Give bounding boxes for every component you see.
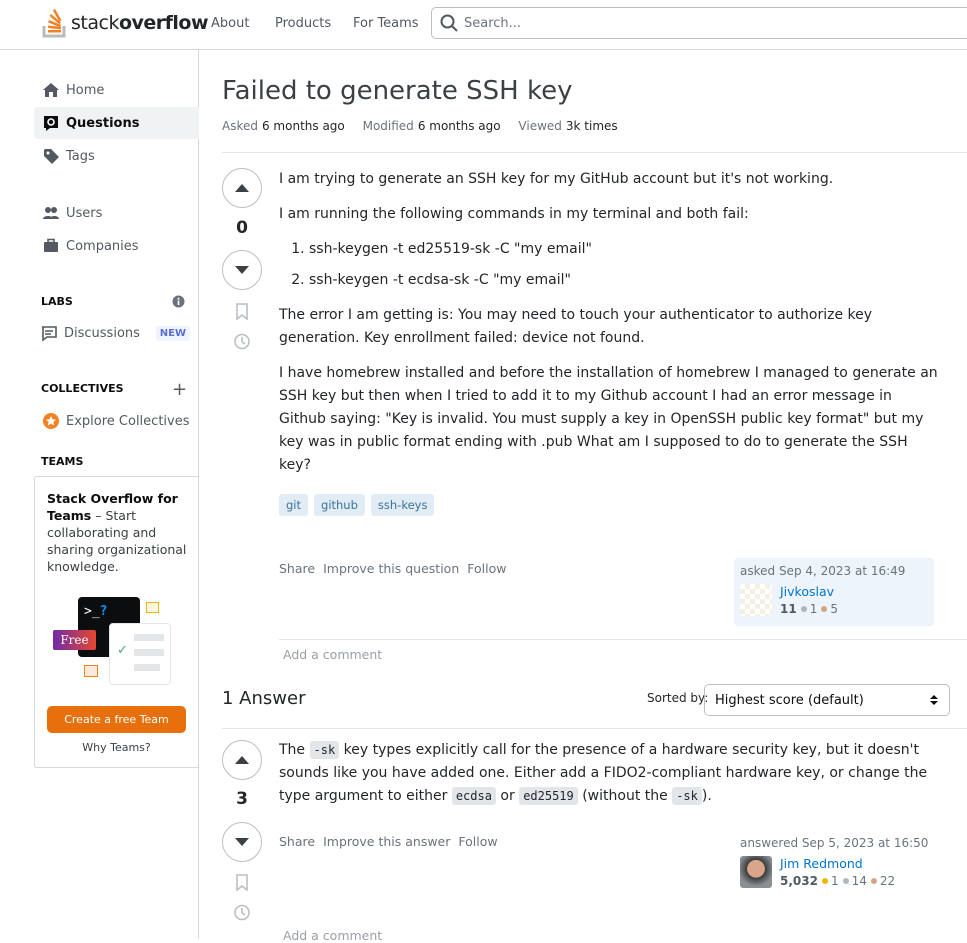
page-title[interactable]: Failed to generate SSH key [222, 76, 572, 106]
collectives-icon [43, 413, 59, 429]
downvote-button[interactable] [222, 250, 262, 290]
user-reputation: 5,032 1 14 22 [780, 874, 896, 888]
user-link[interactable]: Jivkoslav [780, 584, 834, 599]
nav-about[interactable]: About [211, 16, 249, 31]
sidebar-item-explore-collectives[interactable]: Explore Collectives [34, 405, 199, 437]
add-comment-link[interactable]: Add a comment [283, 928, 382, 943]
sidebar-item-discussions[interactable]: Discussions NEW [34, 317, 194, 349]
sidebar-item-label: Discussions [64, 325, 140, 341]
sidebar-item-label: Questions [66, 115, 140, 131]
briefcase-icon [44, 238, 58, 252]
sidebar-item-label: Users [66, 205, 103, 221]
upvote-button[interactable] [222, 168, 262, 208]
vote-count: 0 [236, 218, 248, 238]
sidebar-item-companies[interactable]: Companies [34, 230, 199, 262]
left-sidebar: Home Questions Tags Users Companies LABS… [0, 50, 199, 939]
sort-select[interactable]: Highest score (default) [704, 684, 950, 716]
history-icon[interactable] [232, 332, 251, 351]
info-icon[interactable] [172, 295, 185, 308]
sidebar-item-home[interactable]: Home [34, 74, 199, 106]
nav-for-teams[interactable]: For Teams [353, 16, 419, 31]
answer-actions: Share Improve this answer Follow [279, 834, 498, 849]
bookmark-icon[interactable] [235, 303, 249, 320]
questions-icon [44, 116, 58, 131]
check-icon: ✓ [117, 643, 128, 658]
chat-bubble-icon [84, 665, 98, 677]
sidebar-item-label: Explore Collectives [66, 413, 190, 429]
tag-github[interactable]: github [314, 494, 365, 516]
answers-header: 1 Answer [222, 688, 306, 709]
improve-link[interactable]: Improve this answer [323, 834, 450, 849]
avatar[interactable] [740, 856, 772, 888]
nav-products[interactable]: Products [275, 16, 331, 31]
question-actions: Share Improve this question Follow [279, 561, 506, 576]
divider [279, 639, 967, 640]
plus-icon[interactable]: + [172, 379, 187, 400]
top-bar: stackoverflow About Products For Teams S… [0, 0, 967, 50]
share-link[interactable]: Share [279, 561, 315, 576]
tag-git[interactable]: git [279, 494, 309, 516]
user-link[interactable]: Jim Redmond [780, 856, 863, 871]
labs-heading: LABS [41, 295, 73, 308]
sidebar-item-label: Companies [66, 238, 139, 254]
sidebar-item-tags[interactable]: Tags [34, 140, 199, 172]
arrow-down-icon [235, 838, 249, 846]
sidebar-item-label: Home [66, 82, 105, 98]
history-icon[interactable] [232, 903, 251, 922]
why-teams-link[interactable]: Why Teams? [35, 739, 198, 756]
sidebar-item-questions[interactable]: Questions [34, 107, 199, 139]
bookmark-icon[interactable] [235, 874, 249, 891]
updown-icon [930, 695, 938, 705]
arrow-up-icon [235, 184, 249, 192]
sidebar-item-label: Tags [66, 148, 95, 164]
avatar[interactable] [740, 584, 772, 616]
divider [222, 728, 967, 729]
add-comment-link[interactable]: Add a comment [283, 647, 382, 662]
asker-signature: asked Sep 4, 2023 at 16:49 Jivkoslav 11 1… [734, 558, 934, 626]
sidebar-item-users[interactable]: Users [34, 197, 199, 229]
logo-text: stackoverflow [71, 12, 209, 34]
vote-count: 3 [236, 789, 248, 809]
sort-label: Sorted by: [647, 691, 709, 705]
new-badge: NEW [155, 325, 190, 341]
downvote-button[interactable] [222, 822, 262, 862]
users-icon [43, 207, 59, 219]
improve-link[interactable]: Improve this question [323, 561, 459, 576]
search-input[interactable]: Search... [431, 7, 967, 39]
arrow-down-icon [235, 266, 249, 274]
question-meta: Asked 6 months ago Modified 6 months ago V… [222, 119, 618, 133]
stackoverflow-logo[interactable]: stackoverflow [42, 8, 209, 38]
answer-body: The -sk key types explicitly call for th… [279, 741, 928, 805]
follow-link[interactable]: Follow [467, 561, 506, 576]
question-body: I am trying to generate an SSH key for m… [279, 168, 939, 489]
teams-heading: TEAMS [41, 455, 84, 468]
upvote-button[interactable] [222, 740, 262, 780]
discussions-icon [42, 326, 57, 342]
answerer-signature: answered Sep 5, 2023 at 16:50 Jim Redmon… [740, 836, 929, 888]
teams-illustration: >_? Free ✓ [53, 595, 193, 690]
teams-promo: Stack Overflow for Teams – Start collabo… [34, 476, 199, 768]
home-icon [43, 83, 59, 97]
search-placeholder: Search... [464, 15, 522, 31]
tag-list: git github ssh-keys [279, 494, 435, 516]
teams-promo-text: Stack Overflow for Teams – Start collabo… [47, 491, 187, 574]
arrow-up-icon [235, 756, 249, 764]
create-free-team-button[interactable]: Create a free Team [47, 706, 186, 733]
tag-icon [44, 149, 59, 164]
divider [222, 152, 967, 153]
chat-bubble-icon [146, 602, 159, 613]
checklist-card: ✓ [109, 623, 171, 685]
user-reputation: 11 1 5 [780, 602, 838, 616]
collectives-heading: COLLECTIVES [41, 382, 124, 395]
logo-icon [42, 9, 66, 38]
search-icon [440, 14, 458, 32]
tag-ssh-keys[interactable]: ssh-keys [370, 494, 435, 516]
free-badge: Free [53, 630, 96, 650]
share-link[interactable]: Share [279, 834, 315, 849]
follow-link[interactable]: Follow [458, 834, 497, 849]
